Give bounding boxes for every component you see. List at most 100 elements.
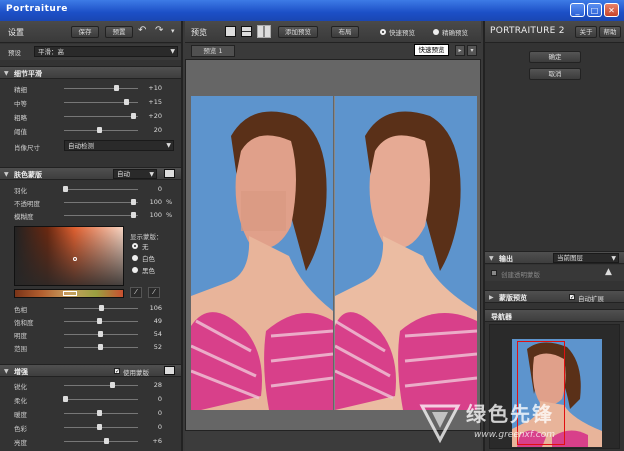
mask-white-radio[interactable] <box>132 255 138 261</box>
slider-handle[interactable] <box>99 305 105 311</box>
slider-value[interactable]: +15 <box>140 98 162 106</box>
slider-handle[interactable] <box>103 438 109 444</box>
slider-track[interactable] <box>64 88 138 89</box>
slider-handle[interactable] <box>131 212 137 218</box>
slider-label: 饱和度 <box>14 319 34 327</box>
enhance-picker-icon[interactable] <box>164 366 175 375</box>
add-preview-button[interactable]: 添加预览 <box>278 26 318 38</box>
slider-track[interactable] <box>64 385 138 386</box>
color-picker-marker[interactable] <box>73 257 77 261</box>
slider-handle[interactable] <box>113 85 119 91</box>
mask-none-label: 无 <box>142 243 149 251</box>
chevron-down-icon: ▼ <box>611 255 616 262</box>
slider-track[interactable] <box>64 399 138 400</box>
eyedropper-icon[interactable]: ⁄ <box>130 287 142 298</box>
slider-track[interactable] <box>64 441 138 442</box>
navigator-viewport-rect[interactable] <box>517 341 565 445</box>
mask-black-radio[interactable] <box>132 267 138 273</box>
slider-row: 羽化 0 <box>0 184 180 195</box>
slider-value[interactable]: 52 <box>140 343 162 351</box>
slider-label: 精细 <box>14 86 27 94</box>
skin-mode-dropdown[interactable]: 自动 ▼ <box>113 169 157 179</box>
slider-handle[interactable] <box>123 99 129 105</box>
slider-value[interactable]: 100 <box>140 211 162 219</box>
skin-mask-title: 肤色蒙版 <box>14 171 42 179</box>
create-mask-checkbox[interactable] <box>491 270 497 276</box>
slider-value[interactable]: +10 <box>140 84 162 92</box>
use-mask-checkbox[interactable]: ✓ <box>114 368 120 375</box>
slider-handle[interactable] <box>96 424 102 430</box>
slider-row: 阈值 20 <box>0 125 180 136</box>
slider-value[interactable]: 0 <box>140 409 162 417</box>
slider-handle[interactable] <box>63 396 69 402</box>
redo-icon[interactable]: ↷ <box>155 25 163 36</box>
slider-handle[interactable] <box>109 382 115 388</box>
tab-menu-icon[interactable]: ▾ <box>467 45 477 56</box>
preview-frame <box>185 59 481 431</box>
hue-range-marker[interactable] <box>63 291 77 296</box>
slider-value[interactable]: 0 <box>140 395 162 403</box>
single-view-icon[interactable] <box>225 26 236 37</box>
layout-button[interactable]: 布局 <box>331 26 359 38</box>
slider-value[interactable]: 54 <box>140 330 162 338</box>
slider-handle[interactable] <box>131 199 137 205</box>
skin-mask-header[interactable]: ▼ 肤色蒙版 自动 ▼ <box>0 167 181 180</box>
slider-value[interactable]: 100 <box>140 198 162 206</box>
slider-track[interactable] <box>64 215 138 216</box>
tab-next-icon[interactable]: ▸ <box>455 45 465 56</box>
slider-handle[interactable] <box>63 186 69 192</box>
slider-handle[interactable] <box>96 127 102 133</box>
undo-icon[interactable]: ↶ <box>138 25 146 36</box>
slider-value[interactable]: +20 <box>140 112 162 120</box>
split-vertical-icon[interactable] <box>257 25 271 38</box>
skin-color-field[interactable] <box>14 226 124 286</box>
precise-preview-radio[interactable] <box>433 29 439 35</box>
slider-track[interactable] <box>64 202 138 203</box>
expand-triangle-icon: ▶ <box>489 294 494 301</box>
slider-track[interactable] <box>64 189 138 190</box>
slider-value[interactable]: 49 <box>140 317 162 325</box>
auto-expand-label: 自动扩展 <box>578 295 604 303</box>
slider-value[interactable]: 0 <box>140 423 162 431</box>
eyedropper-minus-icon[interactable]: ⁄ <box>148 287 160 298</box>
help-button[interactable]: 帮助 <box>599 26 621 38</box>
navigator-view[interactable] <box>489 324 620 449</box>
slider-value[interactable]: +6 <box>140 437 162 445</box>
preset-button[interactable]: 预置 <box>105 26 133 38</box>
settings-panel: 设置 保存 预置 ↶ ↷ ▾ 预设 平滑：高 ▼ ▼ 细节平滑 精细 +10 中等 +… <box>0 21 183 451</box>
about-button[interactable]: 关于 <box>575 26 597 38</box>
minimize-button[interactable]: _ <box>570 3 585 17</box>
slider-handle[interactable] <box>96 318 102 324</box>
slider-handle[interactable] <box>131 113 137 119</box>
mask-picker-icon[interactable] <box>164 169 175 178</box>
hue-range-strip[interactable] <box>14 289 124 298</box>
portrait-size-dropdown[interactable]: 自动检测 ▼ <box>64 140 174 151</box>
split-horizontal-icon[interactable] <box>241 26 252 37</box>
mask-preview-header[interactable]: ▶ 蒙版预览 ✓ 自动扩展 <box>485 290 624 303</box>
auto-expand-checkbox[interactable]: ✓ <box>569 294 575 301</box>
tab-preview-1[interactable]: 预览 1 <box>191 45 235 57</box>
maximize-button[interactable]: □ <box>587 3 602 17</box>
slider-label: 粗略 <box>14 114 27 122</box>
menu-chevron-icon[interactable]: ▾ <box>171 27 175 35</box>
slider-handle[interactable] <box>98 344 103 350</box>
slider-value[interactable]: 106 <box>140 304 162 312</box>
enhance-header[interactable]: ▼ 增强 ✓ 使用蒙版 <box>0 364 181 377</box>
detail-smoothing-header[interactable]: ▼ 细节平滑 <box>0 66 181 79</box>
cancel-button[interactable]: 取消 <box>529 68 581 80</box>
ok-button[interactable]: 确定 <box>529 51 581 63</box>
save-button[interactable]: 保存 <box>71 26 99 38</box>
fast-preview-radio[interactable] <box>380 29 386 35</box>
close-button[interactable]: ✕ <box>604 3 619 17</box>
output-dropdown[interactable]: 当前图层 ▼ <box>553 253 619 263</box>
output-header[interactable]: ▼ 输出 当前图层 ▼ <box>485 251 624 264</box>
slider-value[interactable]: 28 <box>140 381 162 389</box>
slider-track[interactable] <box>64 116 138 117</box>
preset-dropdown[interactable]: 平滑：高 ▼ <box>34 46 178 57</box>
slider-value[interactable]: 0 <box>140 185 162 193</box>
mask-none-radio[interactable] <box>132 243 138 249</box>
slider-handle[interactable] <box>98 331 103 337</box>
slider-value[interactable]: 20 <box>140 126 162 134</box>
slider-handle[interactable] <box>96 410 102 416</box>
window-titlebar: Portraiture _ □ ✕ <box>0 0 624 21</box>
